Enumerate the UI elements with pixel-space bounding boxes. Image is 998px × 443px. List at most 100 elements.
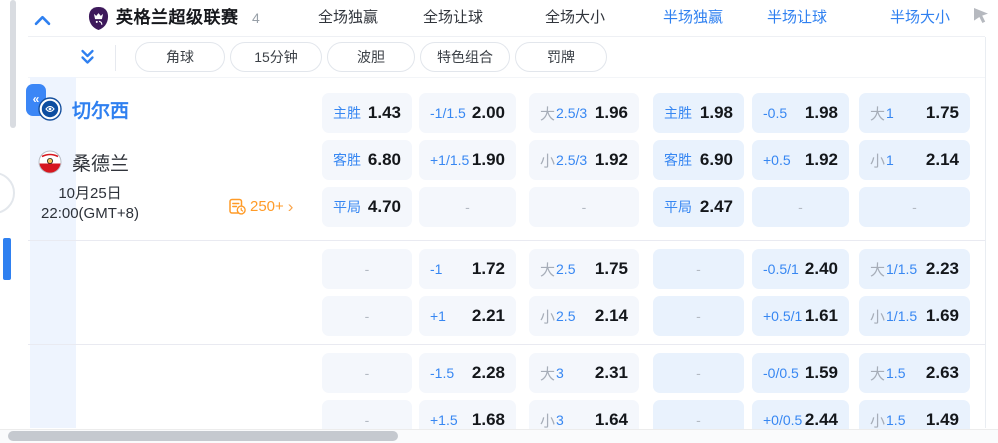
odds-cell[interactable]: 大 3 2.31 — [529, 353, 639, 393]
more-markets-link[interactable]: 250+ › — [229, 198, 293, 215]
away-team-name: 桑德兰 — [72, 154, 130, 175]
odds-value: 1.98 — [804, 103, 838, 122]
selection-label: 2.5/3 — [556, 152, 588, 168]
odds-value: 1.72 — [471, 259, 505, 278]
selection-label: 1/1.5 — [886, 261, 918, 277]
line-prefix: 大 — [870, 261, 886, 279]
odds-cell[interactable]: 主胜 1.98 — [653, 93, 744, 133]
odds-value: 1.75 — [925, 103, 959, 122]
submarket-pill-2[interactable]: 15分钟 — [230, 42, 322, 72]
odds-cell[interactable]: -1/1.5 2.00 — [419, 93, 516, 133]
submarket-pill-5[interactable]: 罚牌 — [515, 42, 607, 72]
selection: 大 2.5 — [540, 259, 575, 280]
odds-cell[interactable]: 大 1 1.75 — [859, 93, 970, 133]
selection: +0.5 — [763, 152, 791, 168]
odds-cell[interactable]: 大 1.5 2.63 — [859, 353, 970, 393]
floating-button-partial[interactable] — [0, 172, 15, 214]
odds-value: 2.28 — [471, 363, 505, 382]
match-column-strip — [30, 77, 76, 428]
odds-value: 1.98 — [699, 103, 733, 122]
odds-cell[interactable]: 客胜 6.80 — [322, 140, 412, 180]
odds-cell[interactable]: -1.5 2.28 — [419, 353, 516, 393]
odds-value: 1.75 — [594, 259, 628, 278]
odds-cell[interactable]: 大 2.5/3 1.96 — [529, 93, 639, 133]
selection: 客胜 — [664, 150, 692, 170]
odds-value: 1.61 — [804, 306, 838, 325]
odds-cell[interactable]: 小 1/1.5 1.69 — [859, 296, 970, 336]
markets-list-icon — [229, 198, 246, 215]
left-scroll-indicator[interactable] — [3, 238, 11, 280]
odds-value: 6.90 — [699, 150, 733, 169]
odds-cell[interactable]: -0/0.5 1.59 — [752, 353, 849, 393]
selection-label: 3 — [556, 365, 564, 381]
line-prefix: 大 — [540, 261, 556, 279]
selection: 主胜 — [333, 103, 361, 123]
submarket-pill-1[interactable]: 角球 — [135, 42, 225, 72]
line-prefix: 大 — [540, 365, 556, 383]
odds-cell[interactable]: 小 1 2.14 — [859, 140, 970, 180]
expand-more-markets-icon[interactable] — [80, 49, 95, 71]
odds-value: 1.64 — [594, 410, 628, 429]
selection-label: 平局 — [333, 199, 361, 215]
odds-cell-empty: - — [322, 353, 412, 393]
selection: 大3 — [540, 363, 564, 384]
collapse-league-icon[interactable] — [34, 13, 51, 31]
selection-label: 主胜 — [664, 105, 692, 121]
odds-value: 1.92 — [594, 150, 628, 169]
odds-value: 1.43 — [367, 103, 401, 122]
odds-cell[interactable]: -0.5/1 2.40 — [752, 249, 849, 289]
market-tab-5[interactable]: 半场让球 — [767, 0, 827, 36]
market-tab-2[interactable]: 全场让球 — [423, 0, 483, 36]
odds-cell[interactable]: 小 2.5/3 1.92 — [529, 140, 639, 180]
market-tab-6[interactable]: 半场大小 — [890, 0, 950, 36]
submarket-divider — [28, 77, 985, 78]
group-divider — [28, 240, 985, 241]
odds-value: 2.14 — [925, 150, 959, 169]
odds-cell[interactable]: -1 1.72 — [419, 249, 516, 289]
odds-value: 6.80 — [367, 150, 401, 169]
selection-label: 客胜 — [664, 152, 692, 168]
odds-value: 2.00 — [471, 103, 505, 122]
horizontal-scrollbar-thumb[interactable] — [8, 431, 398, 441]
odds-cell-empty: - — [752, 187, 849, 227]
selection-label: 客胜 — [333, 152, 361, 168]
line-prefix: 小 — [540, 412, 556, 430]
odds-cell-empty: - — [653, 296, 744, 336]
match-datetime: 10月25日 22:00(GMT+8) — [15, 184, 165, 224]
chevron-right-icon: › — [287, 197, 294, 216]
odds-cell[interactable]: 大 1/1.5 2.23 — [859, 249, 970, 289]
selection-label: +0.5 — [763, 152, 791, 168]
selection-label: 1/1.5 — [886, 308, 918, 324]
line-prefix: 小 — [870, 152, 886, 170]
market-tab-4[interactable]: 半场独赢 — [663, 0, 723, 36]
left-scrollbar-thumb[interactable] — [10, 0, 16, 128]
odds-cell[interactable]: 平局 2.47 — [653, 187, 744, 227]
odds-cell[interactable]: 平局 4.70 — [322, 187, 412, 227]
market-tab-3[interactable]: 全场大小 — [545, 0, 605, 36]
line-prefix: 小 — [870, 308, 886, 326]
line-prefix: 大 — [870, 105, 886, 123]
odds-cell[interactable]: 大 2.5 1.75 — [529, 249, 639, 289]
selection-label: -0.5 — [763, 105, 788, 121]
line-prefix: 小 — [540, 152, 556, 170]
selection: 大 2.5/3 — [540, 103, 587, 124]
selection-label: 1 — [886, 105, 894, 121]
submarket-pill-3[interactable]: 波胆 — [327, 42, 415, 72]
selection: 小1 — [870, 150, 894, 171]
submarket-pill-4[interactable]: 特色组合 — [420, 42, 510, 72]
odds-value: 2.31 — [594, 363, 628, 382]
odds-cell[interactable]: +1 2.21 — [419, 296, 516, 336]
odds-cell[interactable]: +1/1.5 1.90 — [419, 140, 516, 180]
selection-label: 2.5 — [556, 308, 576, 324]
odds-value: 1.59 — [804, 363, 838, 382]
selection-label: -1/1.5 — [430, 105, 466, 121]
odds-cell[interactable]: 客胜 6.90 — [653, 140, 744, 180]
odds-cell[interactable]: 小 2.5 2.14 — [529, 296, 639, 336]
odds-cell[interactable]: +0.5 1.92 — [752, 140, 849, 180]
odds-value: 2.23 — [925, 259, 959, 278]
market-tab-1[interactable]: 全场独赢 — [318, 0, 378, 36]
odds-cell[interactable]: -0.5 1.98 — [752, 93, 849, 133]
odds-cell[interactable]: +0.5/1 1.61 — [752, 296, 849, 336]
odds-cell[interactable]: 主胜 1.43 — [322, 93, 412, 133]
odds-cell-empty: - — [322, 249, 412, 289]
